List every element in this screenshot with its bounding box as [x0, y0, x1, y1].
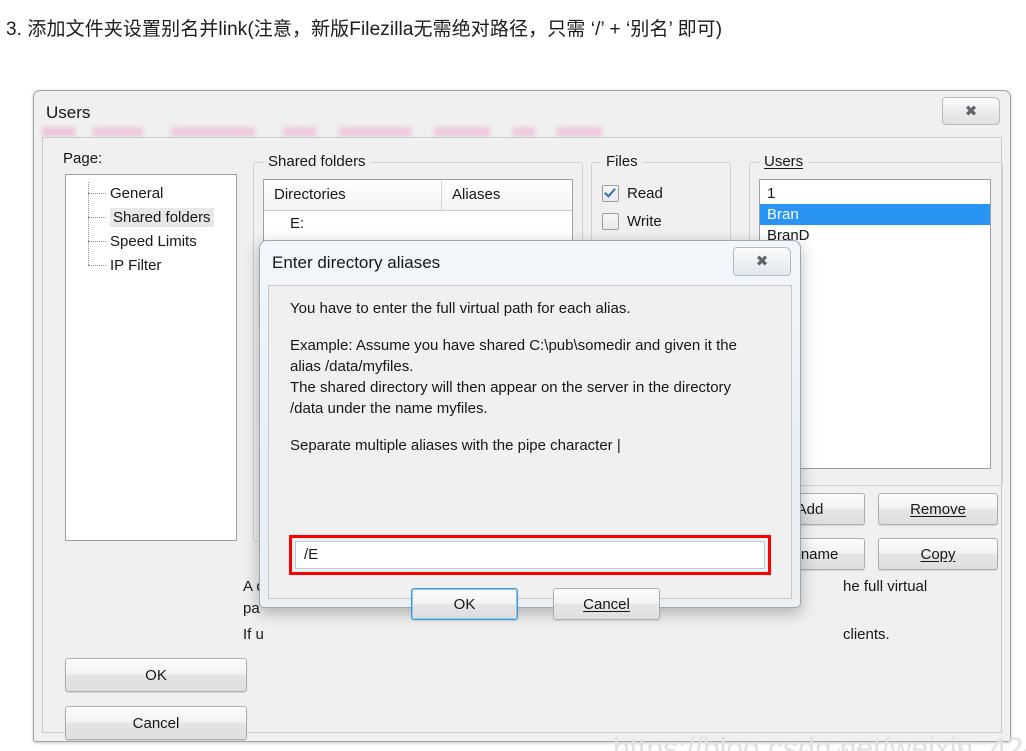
window-close-button[interactable]: ✖: [942, 97, 1000, 125]
window-ok-label: OK: [145, 666, 167, 684]
page-label: Page:: [63, 150, 103, 167]
sidebar-item-shared-folders[interactable]: Shared folders: [66, 206, 236, 230]
sidebar-item-label: IP Filter: [110, 257, 162, 274]
copy-user-button[interactable]: Copy: [878, 538, 998, 570]
alias-hint-line-3-left: If u: [243, 626, 264, 643]
tree-branch-icon: [88, 217, 106, 219]
checkbox-read[interactable]: Read: [602, 185, 663, 202]
window-cancel-button[interactable]: Cancel: [65, 706, 247, 740]
instruction-line-2d: /data under the name myfiles.: [290, 400, 488, 417]
instruction-line-2b: alias /data/myfiles.: [290, 358, 414, 375]
sidebar-item-ip-filter[interactable]: IP Filter: [66, 254, 236, 278]
dialog-body: You have to enter the full virtual path …: [268, 285, 792, 620]
dialog-instructions: You have to enter the full virtual path …: [290, 298, 777, 456]
sidebar-item-label: General: [110, 185, 164, 202]
dialog-ok-label: OK: [453, 595, 476, 613]
tree-branch-icon: [88, 265, 106, 267]
close-x-icon: ✖: [755, 252, 769, 270]
remove-user-button[interactable]: Remove: [878, 493, 998, 525]
instruction-line-2c: The shared directory will then appear on…: [290, 379, 732, 396]
list-item[interactable]: 1: [760, 183, 990, 204]
users-group-title: Users: [759, 153, 809, 170]
sidebar-item-label: Speed Limits: [110, 233, 197, 250]
dialog-cancel-button[interactable]: Cancel: [553, 588, 660, 620]
files-group-title: Files: [601, 153, 643, 170]
page-tree[interactable]: General Shared folders Speed Limits IP F…: [65, 174, 237, 541]
instruction-paragraph-3: Separate multiple aliases with the pipe …: [290, 437, 621, 454]
table-row[interactable]: E:: [264, 211, 572, 237]
close-x-icon: ✖: [964, 101, 978, 120]
checkbox-write[interactable]: Write: [602, 213, 662, 230]
dialog-cancel-label: Cancel: [583, 595, 630, 613]
tree-branch-icon: [88, 193, 106, 195]
copy-user-label: Copy: [920, 545, 956, 563]
dialog-ok-button[interactable]: OK: [411, 588, 518, 620]
checkbox-write-label: Write: [627, 213, 662, 230]
shared-folders-group-title: Shared folders: [263, 153, 371, 170]
alias-hint-line-2-left: pa: [243, 600, 260, 617]
enter-directory-aliases-dialog: Enter directory aliases ✖ You have to en…: [259, 240, 801, 620]
alias-hint-line-3-right: clients.: [843, 626, 890, 643]
watermark-secondary: https://blog.csdn.net/yayouyayouo: [788, 746, 1026, 751]
instruction-line-2a: Example: Assume you have shared C:\pub\s…: [290, 337, 737, 354]
blurred-watermark-strip: [42, 127, 602, 137]
instruction-paragraph-1: You have to enter the full virtual path …: [290, 300, 631, 317]
checkbox-unchecked-icon[interactable]: [602, 213, 619, 230]
column-header-aliases[interactable]: Aliases: [442, 180, 571, 210]
checkbox-read-label: Read: [627, 185, 663, 202]
dialog-close-button[interactable]: ✖: [733, 247, 791, 276]
dialog-title: Enter directory aliases: [272, 253, 441, 272]
tree-branch-icon: [88, 241, 106, 243]
alias-hint-line-1-right: he full virtual: [843, 578, 928, 595]
screenshot-root: 3. 添加文件夹设置别名并link(注意，新版Filezilla无需绝对路径，只…: [0, 0, 1026, 751]
column-header-directories[interactable]: Directories: [264, 180, 442, 210]
sidebar-item-general[interactable]: General: [66, 182, 236, 206]
window-title: Users: [46, 103, 91, 122]
table-header-row: Directories Aliases: [264, 180, 572, 211]
window-ok-button[interactable]: OK: [65, 658, 247, 692]
list-item-selected[interactable]: Bran: [760, 204, 990, 225]
instruction-paragraph-2: Example: Assume you have shared C:\pub\s…: [290, 335, 777, 419]
page-caption: 3. 添加文件夹设置别名并link(注意，新版Filezilla无需绝对路径，只…: [6, 19, 723, 40]
sidebar-item-label: Shared folders: [110, 208, 214, 227]
remove-user-label: Remove: [910, 500, 966, 518]
alias-input[interactable]: /E: [295, 541, 765, 569]
sidebar-item-speed-limits[interactable]: Speed Limits: [66, 230, 236, 254]
checkbox-checked-icon[interactable]: [602, 185, 619, 202]
window-cancel-label: Cancel: [132, 714, 180, 732]
